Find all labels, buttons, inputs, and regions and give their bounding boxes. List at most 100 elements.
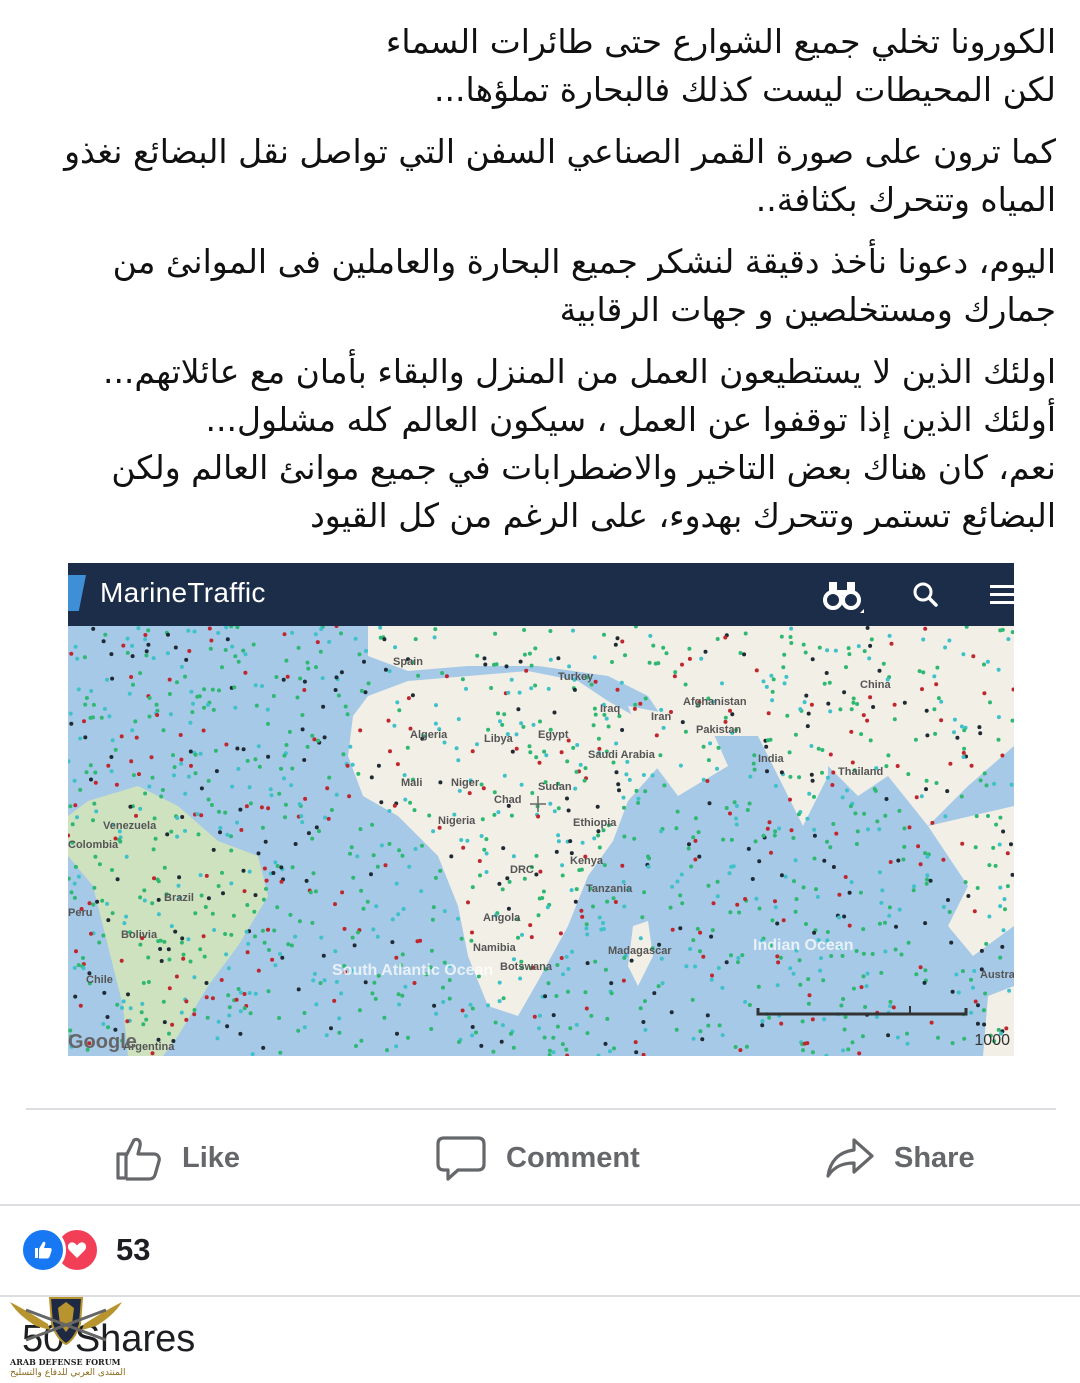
ship-marker xyxy=(672,674,677,679)
ship-marker xyxy=(491,1049,496,1054)
ship-marker xyxy=(110,868,114,872)
ship-marker xyxy=(556,806,561,811)
ship-marker xyxy=(261,1045,266,1050)
ship-marker xyxy=(179,664,184,669)
ship-marker xyxy=(300,713,305,717)
ship-marker xyxy=(809,744,814,748)
ship-marker xyxy=(347,794,352,799)
ship-marker xyxy=(979,948,984,953)
ship-marker xyxy=(137,772,141,777)
ship-marker xyxy=(76,963,81,968)
ship-marker xyxy=(298,676,303,681)
ship-marker xyxy=(225,637,230,642)
ship-marker xyxy=(506,906,511,911)
ship-marker xyxy=(592,836,597,841)
ship-marker xyxy=(720,1033,725,1038)
ship-marker xyxy=(369,872,373,877)
ship-marker xyxy=(752,753,757,758)
ship-marker xyxy=(165,832,170,837)
ship-marker xyxy=(809,702,814,707)
ship-marker xyxy=(757,859,762,864)
ship-marker xyxy=(229,834,233,839)
ship-marker xyxy=(180,815,185,819)
ship-marker xyxy=(101,639,106,644)
ship-marker xyxy=(847,890,852,895)
ship-marker xyxy=(385,1048,389,1053)
ship-marker xyxy=(831,770,836,775)
ship-marker xyxy=(1001,829,1006,834)
ship-marker xyxy=(982,691,987,696)
share-label: Share xyxy=(894,1141,975,1174)
ship-marker xyxy=(366,681,371,686)
share-button[interactable]: Share xyxy=(824,1130,975,1186)
ship-marker xyxy=(110,676,115,681)
ship-marker xyxy=(778,955,783,960)
ship-marker xyxy=(169,829,174,834)
ship-marker xyxy=(431,905,436,910)
ship-marker xyxy=(288,912,293,917)
ship-marker xyxy=(802,1041,807,1046)
ship-marker xyxy=(887,913,892,918)
map-place-label: Ethiopia xyxy=(573,817,617,829)
ship-marker xyxy=(921,670,926,675)
ship-marker xyxy=(256,744,261,749)
comment-button[interactable]: Comment xyxy=(434,1130,640,1186)
ship-marker xyxy=(522,628,527,632)
ship-marker xyxy=(683,682,688,687)
ship-marker xyxy=(265,707,270,712)
ship-marker xyxy=(192,629,197,634)
ship-marker xyxy=(552,809,557,814)
ship-marker xyxy=(609,981,614,986)
ship-marker xyxy=(906,940,911,945)
ship-marker xyxy=(651,643,656,648)
ship-marker xyxy=(793,858,798,863)
ship-marker xyxy=(166,947,171,952)
ship-marker xyxy=(319,935,324,940)
ship-marker xyxy=(282,776,286,781)
like-button[interactable]: Like xyxy=(112,1130,240,1186)
ship-marker xyxy=(853,811,858,816)
ship-marker xyxy=(518,659,523,664)
ship-marker xyxy=(888,860,893,864)
ship-marker xyxy=(705,779,710,783)
ship-marker xyxy=(209,638,214,643)
ship-marker xyxy=(565,759,570,764)
ship-marker xyxy=(339,991,344,996)
ship-marker xyxy=(765,769,769,774)
ship-marker xyxy=(952,717,957,722)
ship-marker xyxy=(289,783,294,788)
reactions-summary[interactable]: 53 xyxy=(20,1227,150,1273)
ship-marker xyxy=(552,710,557,715)
ship-marker xyxy=(371,853,376,858)
ship-marker xyxy=(521,724,526,729)
ship-marker xyxy=(571,745,576,750)
ship-marker xyxy=(559,956,564,960)
ship-marker xyxy=(295,695,300,700)
ship-marker xyxy=(69,890,74,895)
ship-marker xyxy=(131,682,135,687)
ship-marker xyxy=(558,931,563,936)
ship-marker xyxy=(266,721,270,726)
ship-marker xyxy=(184,1017,189,1022)
ship-marker xyxy=(203,905,208,909)
ship-marker xyxy=(253,893,258,898)
ship-marker xyxy=(302,679,307,684)
ship-marker xyxy=(610,660,614,664)
ship-marker xyxy=(140,1001,145,1006)
ship-marker xyxy=(519,721,524,726)
ship-marker xyxy=(172,773,176,778)
ship-marker xyxy=(589,1013,594,1018)
map-place-label: Turkey xyxy=(558,671,594,683)
marinetraffic-screenshot[interactable]: MarineTraffic Spain Turkey Iraq Iran Afg… xyxy=(68,563,1014,1056)
ship-marker xyxy=(186,774,191,779)
ship-marker xyxy=(431,829,436,834)
ship-marker xyxy=(706,883,711,888)
ship-marker xyxy=(251,642,256,647)
ship-marker xyxy=(110,911,115,916)
ship-marker xyxy=(514,746,519,751)
ship-marker xyxy=(72,778,77,783)
ship-marker xyxy=(661,725,666,730)
ship-marker xyxy=(221,891,225,896)
ship-marker xyxy=(334,792,339,797)
ship-marker xyxy=(633,702,638,707)
